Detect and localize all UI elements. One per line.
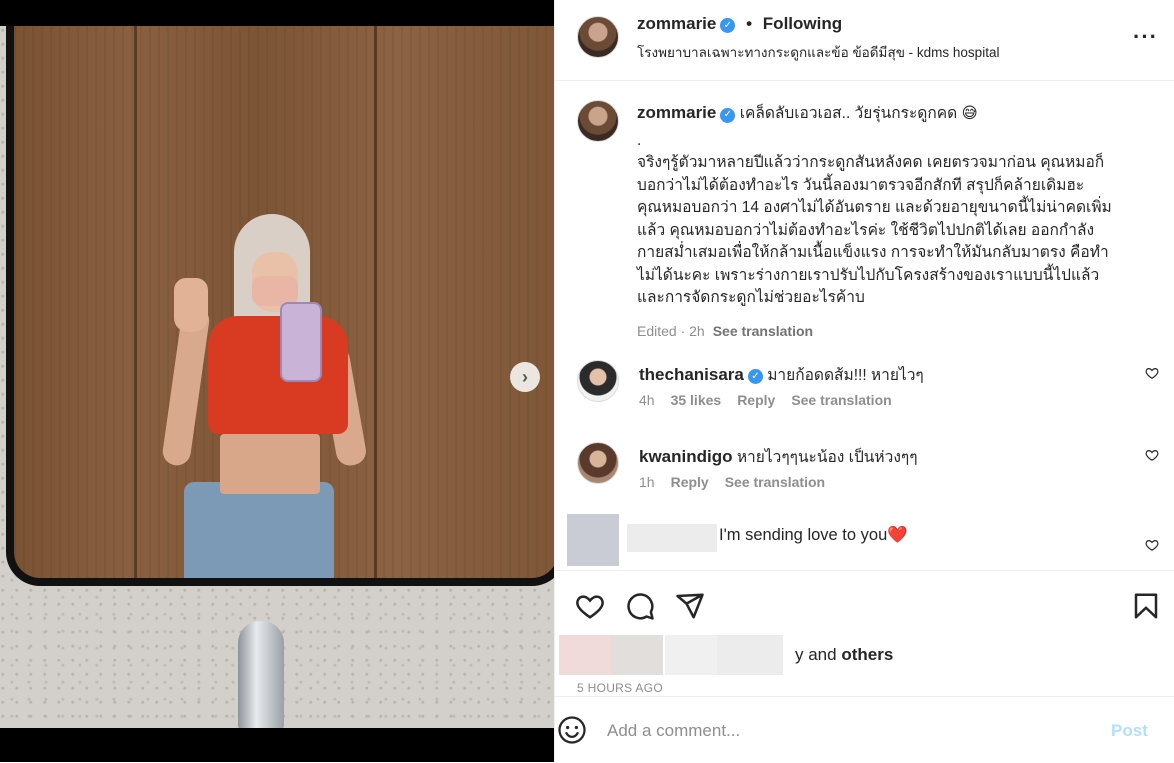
- redacted-liker: [717, 635, 783, 675]
- caption-title: เคล็ดลับเอวเอส.. วัยรุ่นกระดูกคด 😅: [739, 105, 978, 122]
- likes-others-link[interactable]: others: [841, 645, 893, 664]
- jeans: [184, 482, 334, 578]
- caption: zommarie ✓ เคล็ดลับเอวเอส.. วัยรุ่นกระดูก…: [637, 102, 1157, 342]
- location-link[interactable]: โรงพยาบาลเฉพาะทางกระดูกและข้อ ข้อดีมีสุข…: [637, 41, 999, 63]
- reply-button[interactable]: Reply: [737, 392, 775, 408]
- emoji-icon[interactable]: [557, 715, 587, 745]
- comment-like-heart-icon[interactable]: [1145, 448, 1159, 462]
- post-comment-button[interactable]: Post: [1111, 721, 1148, 741]
- comment-meta: 1h Reply See translation: [639, 474, 825, 490]
- comment-time: 4h: [639, 392, 655, 408]
- chevron-right-icon: ›: [522, 366, 528, 387]
- following-button[interactable]: Following: [763, 14, 842, 33]
- author-avatar[interactable]: [577, 16, 619, 58]
- verified-badge-icon: ✓: [720, 107, 736, 123]
- caption-timestamp: Edited · 2h: [637, 322, 705, 339]
- next-photo-button[interactable]: ›: [510, 362, 540, 392]
- commenter-avatar[interactable]: [577, 442, 619, 484]
- person-figure: [161, 206, 374, 578]
- redacted-username: [627, 524, 717, 552]
- comment-body: หายไวๆๆนะน้อง เป็นห่วงๆๆ: [736, 449, 918, 466]
- phone: [280, 302, 322, 382]
- comment-like-heart-icon[interactable]: [1145, 366, 1159, 380]
- comment-text: thechanisara ✓ มายก้อดดส้ม!!! หายไวๆ: [639, 362, 1139, 387]
- see-translation-link[interactable]: See translation: [725, 474, 825, 490]
- comment-input[interactable]: [605, 715, 1089, 747]
- faucet: [238, 621, 284, 728]
- comment-body: มายก้อดดส้ม!!! หายไวๆ: [767, 367, 924, 384]
- torso: [220, 434, 320, 494]
- wood-panel-line: [134, 26, 137, 578]
- author-username[interactable]: zommarie: [637, 14, 716, 33]
- heart-icon[interactable]: [575, 591, 605, 621]
- see-translation-link[interactable]: See translation: [791, 392, 891, 408]
- comment-meta: 4h 35 likes Reply See translation: [639, 392, 892, 408]
- more-horizontal-icon[interactable]: ···: [1133, 24, 1158, 50]
- caption-author-username[interactable]: zommarie: [637, 103, 716, 122]
- commenter-username[interactable]: thechanisara: [639, 365, 744, 384]
- hand: [174, 278, 208, 332]
- post-actions: y and others 5 HOURS AGO: [555, 570, 1174, 697]
- share-icon[interactable]: [675, 591, 705, 621]
- mirror: [6, 26, 554, 586]
- comment-time: 1h: [639, 474, 655, 490]
- verified-badge-icon: ✓: [747, 369, 763, 384]
- red-top: [208, 316, 348, 434]
- likes-prefix: y and: [795, 645, 842, 664]
- caption-author-avatar[interactable]: [577, 100, 619, 142]
- comment-text: kwanindigo หายไวๆๆนะน้อง เป็นห่วงๆๆ: [639, 444, 1139, 469]
- post-timestamp: 5 HOURS AGO: [577, 681, 663, 695]
- comment-composer: Post: [555, 696, 1174, 763]
- comment-icon[interactable]: [625, 591, 655, 621]
- bookmark-icon[interactable]: [1131, 591, 1161, 621]
- comments-scroll[interactable]: zommarie ✓ เคล็ดลับเอวเอส.. วัยรุ่นกระดูก…: [555, 82, 1174, 570]
- post-photo: [0, 26, 554, 728]
- post-sidebar: zommarie ✓ • Following โรงพยาบาลเฉพาะทางก…: [554, 0, 1174, 762]
- comment-body: I'm sending love to you❤️: [719, 526, 908, 544]
- redacted-liker: [665, 635, 717, 675]
- author-row: zommarie ✓ • Following: [637, 14, 842, 34]
- redacted-liker: [559, 635, 611, 675]
- likes-row[interactable]: y and others: [559, 635, 1159, 675]
- post-media: ›: [0, 0, 554, 762]
- caption-body: . จริงๆรู้ตัวมาหลายปีแล้วว่ากระดูกสันหลั…: [637, 131, 1112, 307]
- likes-text: y and others: [795, 645, 893, 665]
- commenter-avatar[interactable]: [577, 360, 619, 402]
- see-translation-link[interactable]: See translation: [713, 323, 813, 339]
- redacted-liker: [611, 635, 663, 675]
- verified-badge-icon: ✓: [720, 18, 736, 33]
- reply-button[interactable]: Reply: [671, 474, 709, 490]
- comment-likes[interactable]: 35 likes: [671, 392, 722, 408]
- redacted-avatar: [567, 514, 619, 566]
- post-header: zommarie ✓ • Following โรงพยาบาลเฉพาะทางก…: [555, 0, 1174, 81]
- caption-meta: Edited · 2h See translation: [637, 320, 1157, 343]
- comment-like-heart-icon[interactable]: [1145, 538, 1159, 552]
- commenter-username[interactable]: kwanindigo: [639, 447, 733, 466]
- separator-dot: •: [746, 14, 753, 33]
- wood-panel-line: [374, 26, 377, 578]
